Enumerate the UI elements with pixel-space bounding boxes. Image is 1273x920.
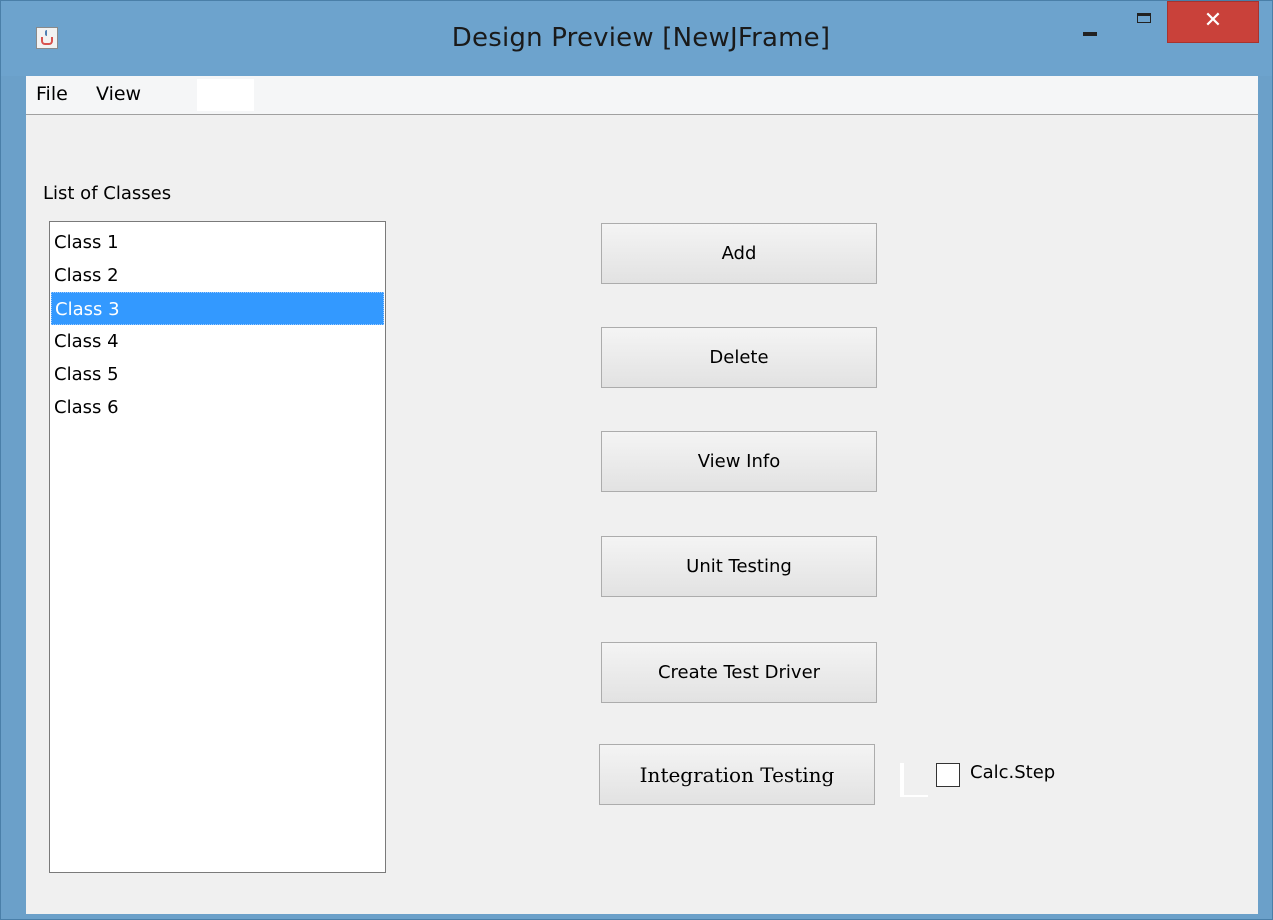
menu-file[interactable]: File: [36, 83, 68, 105]
minimize-button[interactable]: [1065, 1, 1119, 41]
menu-bar: File View: [26, 76, 1258, 115]
minimize-icon: [1083, 32, 1097, 36]
maximize-icon: [1137, 13, 1151, 23]
view-info-button[interactable]: View Info: [601, 431, 877, 492]
create-test-driver-button[interactable]: Create Test Driver: [601, 642, 877, 703]
list-item-class-6[interactable]: Class 6: [51, 391, 384, 424]
list-item-class-3-selected[interactable]: Class 3: [51, 292, 384, 325]
delete-button[interactable]: Delete: [601, 327, 877, 388]
calc-step-checkbox[interactable]: [936, 763, 960, 787]
close-icon: ✕: [1203, 8, 1223, 33]
maximize-button[interactable]: [1119, 1, 1173, 41]
app-window: Design Preview [NewJFrame] ✕ File View L…: [0, 0, 1273, 920]
content-panel: List of Classes Class 1 Class 2 Class 3 …: [26, 115, 1258, 914]
unit-testing-button[interactable]: Unit Testing: [601, 536, 877, 597]
title-bar[interactable]: Design Preview [NewJFrame] ✕: [1, 1, 1272, 76]
calc-step-label[interactable]: Calc.Step: [970, 762, 1055, 783]
menu-blank-area: [197, 79, 254, 111]
class-list-label: List of Classes: [43, 183, 172, 204]
close-button[interactable]: ✕: [1167, 1, 1259, 43]
integration-testing-button[interactable]: Integration Testing: [599, 744, 875, 805]
add-button[interactable]: Add: [601, 223, 877, 284]
list-item-class-1[interactable]: Class 1: [51, 226, 384, 259]
list-item-class-4[interactable]: Class 4: [51, 325, 384, 358]
list-item-class-2[interactable]: Class 2: [51, 259, 384, 292]
menu-view[interactable]: View: [96, 83, 141, 105]
small-input-field[interactable]: [900, 763, 928, 797]
list-item-class-5[interactable]: Class 5: [51, 358, 384, 391]
class-list[interactable]: Class 1 Class 2 Class 3 Class 4 Class 5 …: [49, 221, 386, 873]
